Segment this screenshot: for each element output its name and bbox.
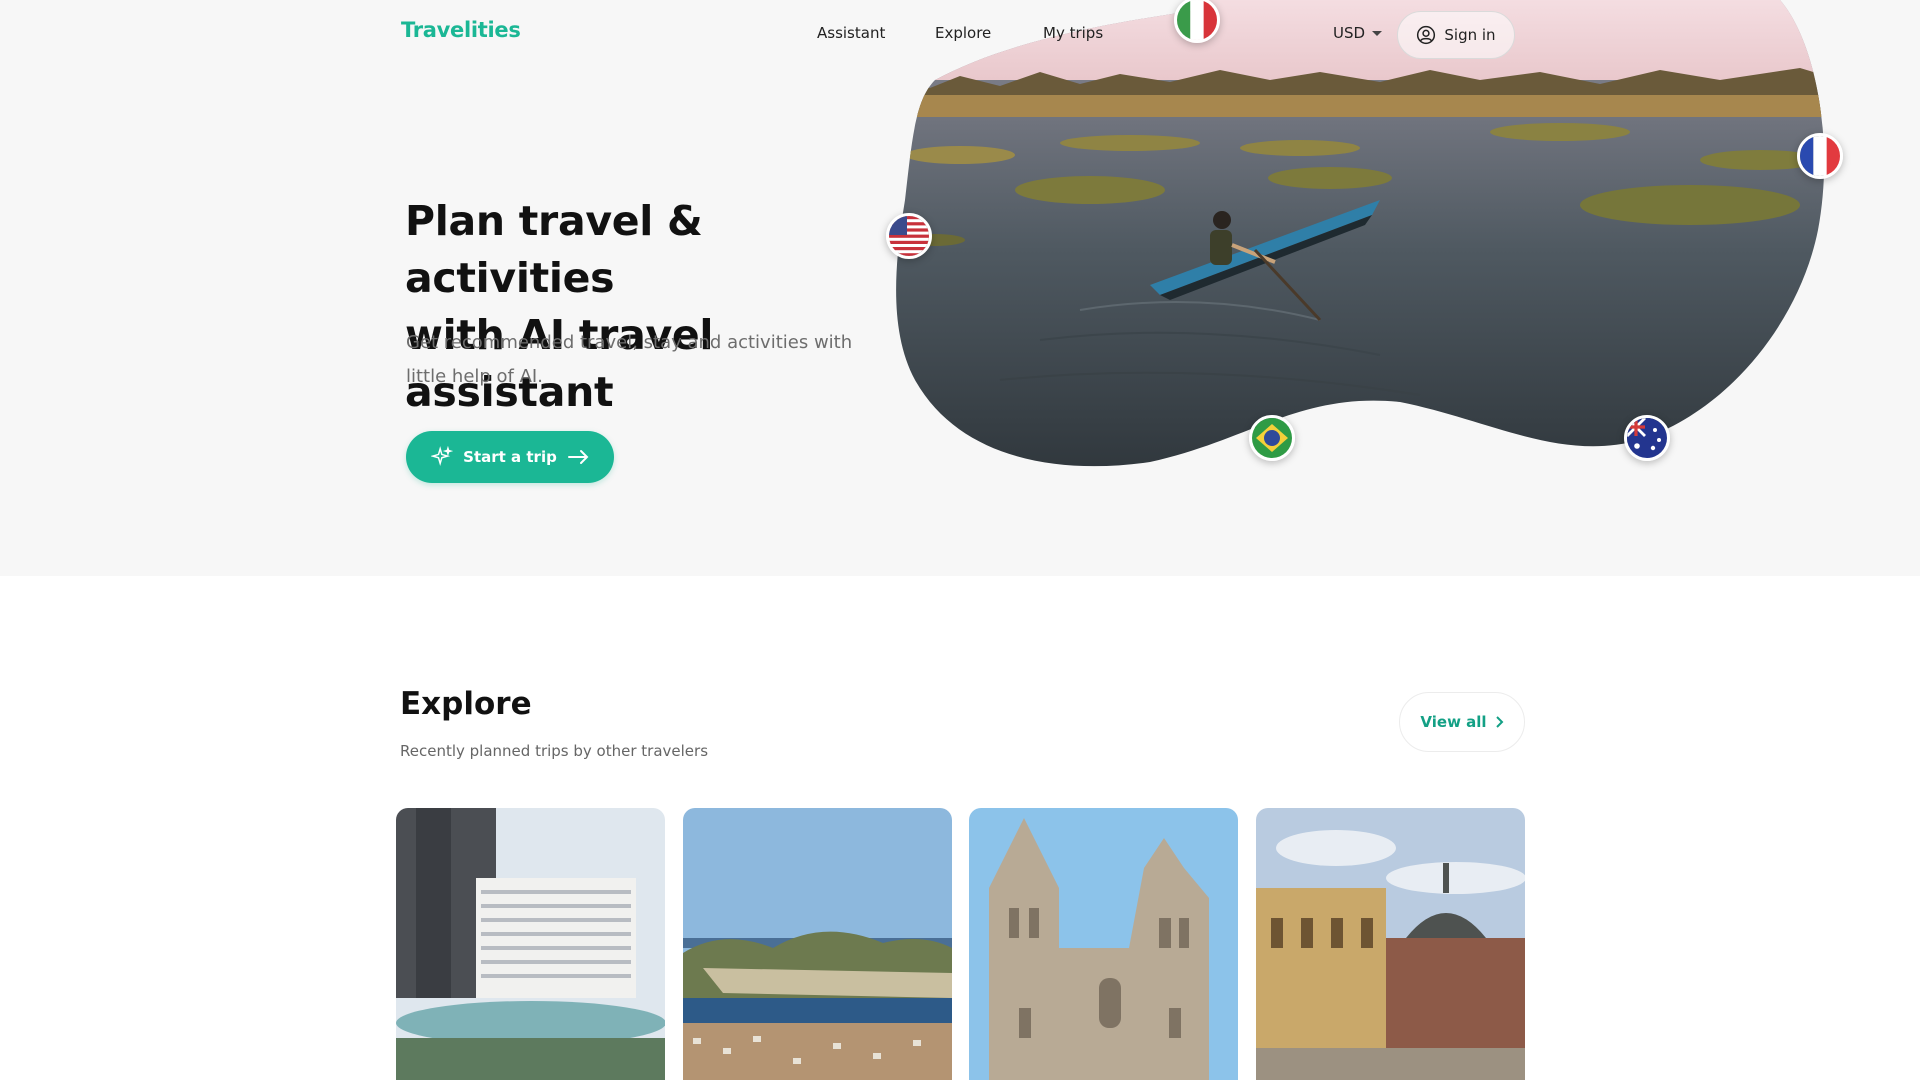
sign-in-button[interactable]: Sign in (1397, 11, 1515, 59)
view-all-button[interactable]: View all (1399, 692, 1525, 752)
start-trip-button[interactable]: Start a trip (406, 431, 614, 483)
city-tower-photo (396, 808, 665, 1080)
flag-australia-icon (1624, 415, 1670, 461)
chevron-right-icon (1495, 716, 1503, 728)
hero-subtitle: Get recommended travel, stay and activit… (406, 332, 853, 387)
user-circle-icon (1417, 25, 1436, 45)
logo[interactable]: Travelities (401, 18, 521, 42)
flag-france-icon (1797, 133, 1843, 179)
explore-card-cathedral[interactable] (969, 808, 1238, 1080)
view-all-label: View all (1420, 713, 1487, 731)
arrow-right-icon (567, 450, 589, 464)
coastal-town-photo (683, 808, 952, 1080)
hero-section: Travelities Assistant Explore My trips U… (0, 0, 1920, 576)
nav-explore[interactable]: Explore (935, 24, 991, 42)
hero-title-line1: Plan travel & activities (405, 197, 703, 302)
sign-in-label: Sign in (1444, 26, 1496, 44)
explore-title: Explore (400, 686, 532, 722)
flag-brazil-icon (1249, 415, 1295, 461)
currency-label: USD (1333, 24, 1366, 42)
explore-card-coast[interactable] (683, 808, 952, 1080)
start-trip-label: Start a trip (463, 448, 557, 466)
nav-my-trips[interactable]: My trips (1043, 24, 1103, 42)
caret-down-icon (1372, 30, 1383, 36)
nav-assistant[interactable]: Assistant (817, 24, 885, 42)
explore-subtitle: Recently planned trips by other traveler… (400, 742, 709, 760)
explore-card-square[interactable] (1256, 808, 1525, 1080)
currency-selector[interactable]: USD (1333, 24, 1383, 42)
historic-square-photo (1256, 808, 1525, 1080)
explore-card-city[interactable] (396, 808, 665, 1080)
cathedral-photo (969, 808, 1238, 1080)
sparkle-icon (431, 446, 454, 467)
hero-image (896, 0, 1825, 467)
